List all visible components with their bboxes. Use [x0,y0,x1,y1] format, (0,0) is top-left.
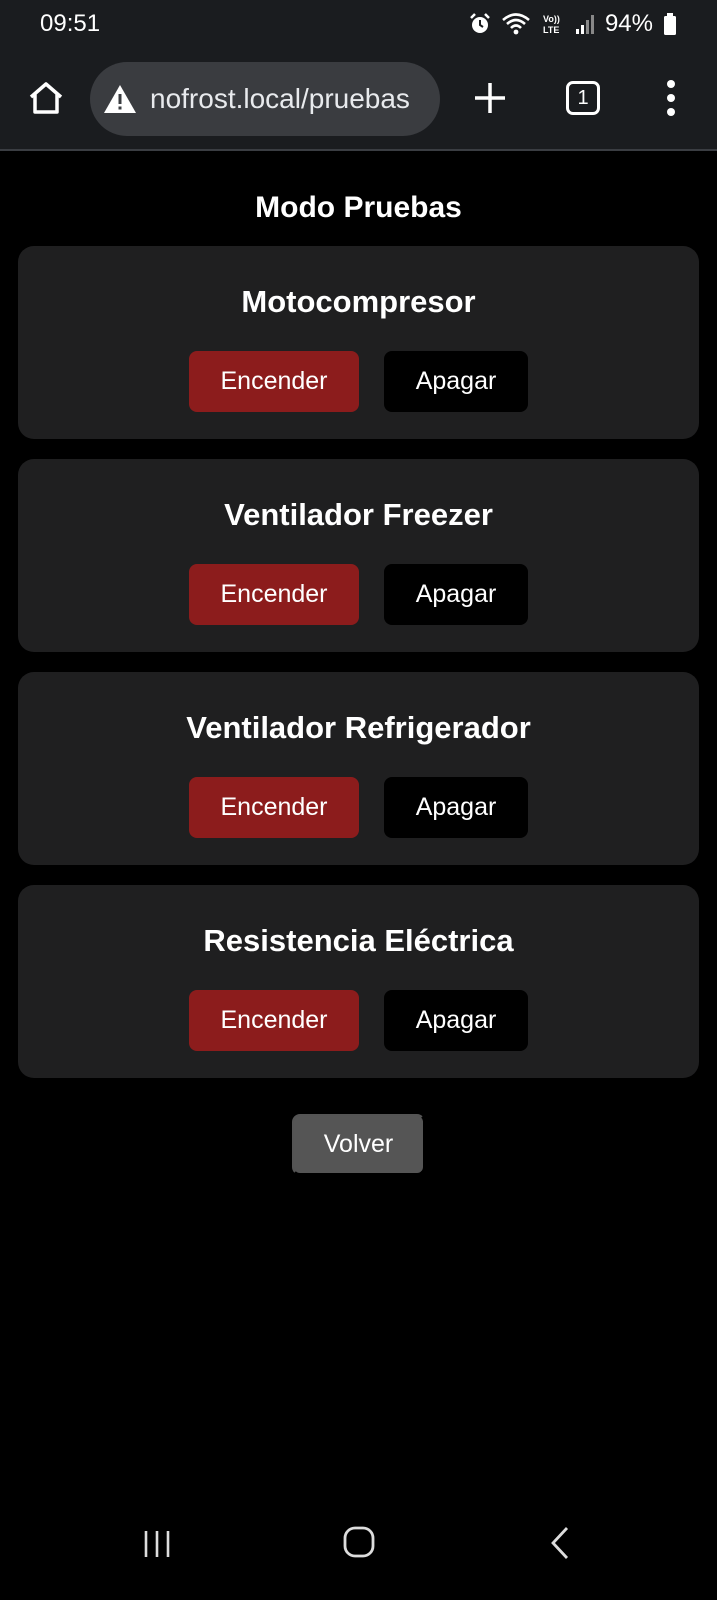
system-nav-bar [0,1500,717,1600]
url-text[interactable]: nofrost.local/pruebas [150,83,410,115]
tab-count: 1 [577,86,589,109]
battery-percent: 94% [604,10,653,37]
encender-button[interactable]: Encender [189,990,359,1051]
apagar-button[interactable]: Apagar [384,564,528,625]
card-title: Ventilador Freezer [224,497,493,532]
card-ventilador-freezer: Ventilador Freezer Encender Apagar [18,459,699,652]
address-bar[interactable]: nofrost.local/pruebas [90,62,440,136]
apagar-button[interactable]: Apagar [384,990,528,1051]
volver-button[interactable]: Volver [292,1114,425,1175]
home-icon[interactable] [26,78,66,118]
encender-button[interactable]: Encender [189,777,359,838]
svg-text:LTE: LTE [543,25,559,35]
status-icons: Vo)) LTE 94% [469,10,677,38]
back-icon[interactable] [548,1525,572,1561]
volte-icon: Vo)) LTE [543,14,560,35]
card-title: Ventilador Refrigerador [186,710,531,745]
warning-icon[interactable] [102,81,138,117]
card-title: Motocompresor [241,284,476,319]
encender-button[interactable]: Encender [189,351,359,412]
tabs-button[interactable]: 1 [566,81,600,115]
nav-home-icon[interactable] [342,1525,376,1559]
status-bar: 09:51 Vo)) LTE 94% [0,0,717,48]
page-title: Modo Pruebas [255,191,462,224]
card-resistencia-electrica: Resistencia Eléctrica Encender Apagar [18,885,699,1078]
apagar-button[interactable]: Apagar [384,351,528,412]
more-vert-icon[interactable] [663,79,679,117]
recents-icon[interactable] [142,1529,172,1559]
status-time: 09:51 [40,10,101,37]
apagar-button[interactable]: Apagar [384,777,528,838]
plus-icon[interactable] [472,80,508,116]
signal-icon [575,15,594,34]
battery-icon [664,13,676,35]
alarm-icon [470,13,490,33]
card-title: Resistencia Eléctrica [203,923,514,958]
card-motocompresor: Motocompresor Encender Apagar [18,246,699,439]
browser-toolbar: nofrost.local/pruebas 1 [0,48,717,151]
card-ventilador-refrigerador: Ventilador Refrigerador Encender Apagar [18,672,699,865]
svg-text:Vo)): Vo)) [543,14,560,24]
wifi-icon [502,13,530,35]
encender-button[interactable]: Encender [189,564,359,625]
